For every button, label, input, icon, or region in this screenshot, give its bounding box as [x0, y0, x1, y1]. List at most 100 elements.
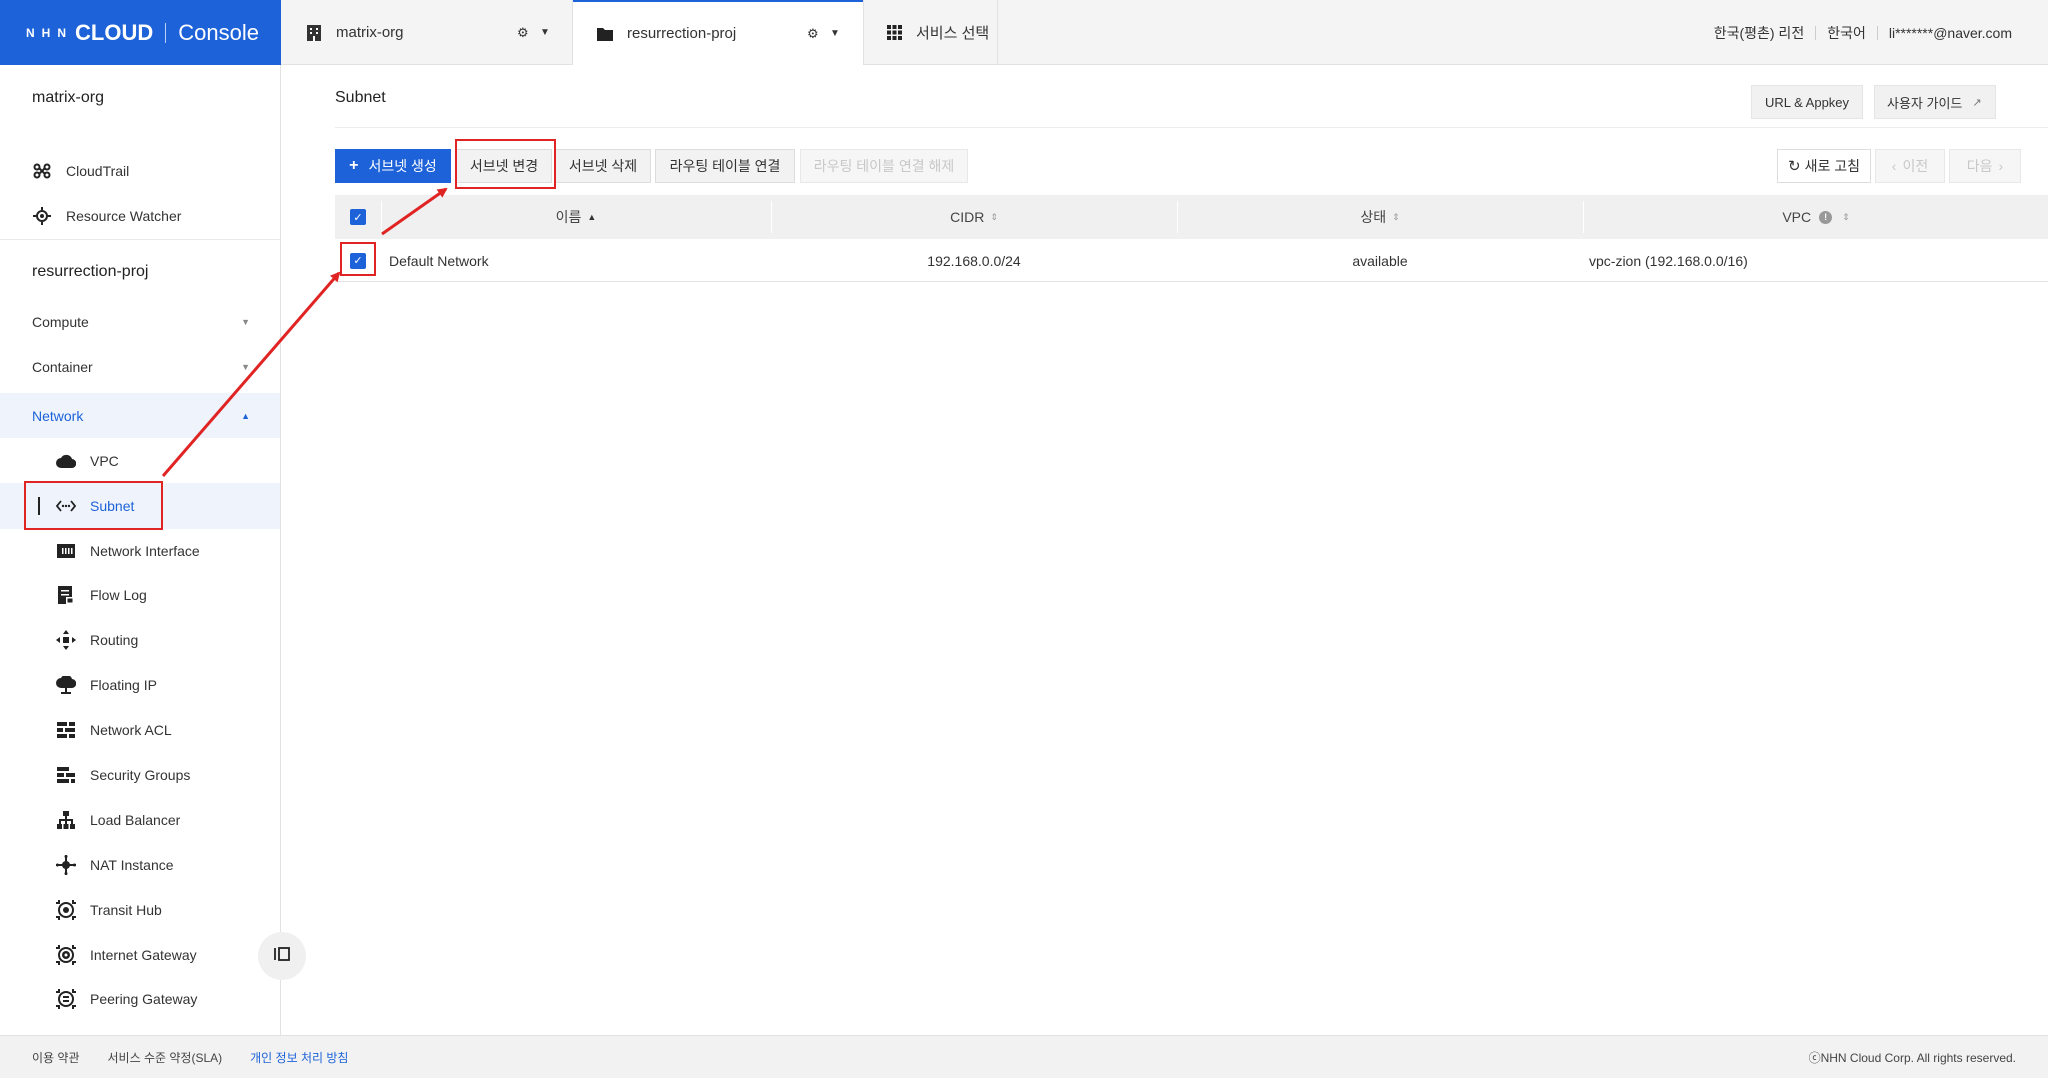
sidebar-item-peering-gateway[interactable]: Peering Gateway	[0, 977, 280, 1021]
language-selector[interactable]: 한국어	[1827, 23, 1866, 43]
user-account-menu[interactable]: li*******@naver.com	[1889, 25, 2012, 41]
sidebar-item-vpc[interactable]: VPC	[0, 439, 280, 483]
sidebar-item-label: Security Groups	[90, 767, 191, 783]
info-icon[interactable]: !	[1819, 210, 1833, 224]
header-divider	[335, 127, 2048, 128]
column-header-cidr[interactable]: CIDR ⇕	[771, 195, 1177, 239]
routing-icon	[56, 630, 76, 650]
next-label: 다음	[1966, 158, 1993, 174]
sidebar-item-resource-watcher[interactable]: Resource Watcher	[0, 194, 280, 238]
column-header-label: VPC	[1782, 209, 1812, 225]
left-sidebar: matrix-org CloudTrail Resource Watcher r…	[0, 65, 281, 1035]
sidebar-item-network-interface[interactable]: Network Interface	[0, 529, 280, 573]
active-indicator	[38, 497, 40, 515]
org-selector-tab[interactable]: matrix-org ⚙ ▼	[281, 0, 573, 65]
service-select-tab[interactable]: 서비스 선택	[863, 0, 998, 65]
column-header-status[interactable]: 상태 ⇕	[1177, 195, 1583, 239]
top-navigation-bar: NHN CLOUD Console matrix-org ⚙ ▼ resurre…	[0, 0, 2048, 65]
sidebar-item-internet-gateway[interactable]: Internet Gateway	[0, 933, 280, 977]
project-section-title: resurrection-proj	[32, 263, 149, 280]
sidebar-item-label: Subnet	[90, 498, 135, 514]
sidebar-item-load-balancer[interactable]: Load Balancer	[0, 798, 280, 842]
detach-routing-label: 라우팅 테이블 연결 해제	[813, 158, 955, 174]
sidebar-item-floating-ip[interactable]: Floating IP	[0, 663, 280, 707]
refresh-label: 새로 고침	[1804, 158, 1860, 174]
logo-separator	[165, 22, 167, 43]
project-settings-gear-icon[interactable]: ⚙	[807, 26, 819, 42]
logo-brand: NHN	[26, 25, 73, 40]
sidebar-item-security-groups[interactable]: Security Groups	[0, 753, 280, 797]
project-selector-tab[interactable]: resurrection-proj ⚙ ▼	[573, 0, 863, 65]
sidebar-item-transit-hub[interactable]: Transit Hub	[0, 888, 280, 932]
logo-console: Console	[178, 19, 259, 45]
peering-gateway-icon	[56, 989, 76, 1009]
detach-routing-table-button[interactable]: 라우팅 테이블 연결 해제	[800, 149, 968, 183]
cloud-icon	[56, 451, 76, 471]
sidebar-item-label: NAT Instance	[90, 857, 174, 873]
checkmark-icon: ✓	[350, 252, 366, 269]
sidebar-item-label: VPC	[90, 453, 119, 469]
network-interface-icon	[56, 541, 76, 561]
copyright-text: ⓒNHN Cloud Corp. All rights reserved.	[1808, 1050, 2016, 1065]
refresh-button[interactable]: ↻ 새로 고침	[1777, 149, 1871, 183]
select-all-checkbox[interactable]: ✓	[335, 195, 381, 239]
delete-subnet-button[interactable]: 서브넷 삭제	[555, 149, 651, 183]
chevron-down-icon: ▼	[241, 316, 250, 327]
sidebar-item-label: CloudTrail	[66, 163, 130, 179]
external-link-icon: ↗	[1972, 96, 1982, 109]
create-subnet-label: 서브넷 생성	[368, 158, 437, 174]
category-label: Network	[32, 407, 84, 424]
sidebar-category-container[interactable]: Container ▼	[0, 344, 280, 389]
sidebar-item-label: Routing	[90, 632, 139, 648]
user-guide-button[interactable]: 사용자 가이드 ↗	[1874, 85, 1996, 119]
sort-icon: ⇕	[1842, 211, 1850, 222]
main-content: Subnet URL & Appkey 사용자 가이드 ↗ + 서브넷 생성 서…	[281, 65, 2048, 1035]
subnet-arrows-icon	[56, 496, 76, 516]
create-subnet-button[interactable]: + 서브넷 생성	[335, 149, 451, 183]
nhn-cloud-console-logo[interactable]: NHN CLOUD Console	[0, 0, 281, 65]
sidebar-item-nat-instance[interactable]: NAT Instance	[0, 843, 280, 887]
sidebar-item-label: Transit Hub	[90, 902, 162, 918]
flow-log-icon	[56, 585, 76, 605]
sidebar-item-subnet[interactable]: Subnet	[0, 483, 280, 529]
sidebar-category-compute[interactable]: Compute ▼	[0, 299, 280, 344]
network-acl-icon	[56, 720, 76, 740]
resource-watcher-icon	[32, 206, 52, 226]
top-right-menu: 한국(평촌) 리전 한국어 li*******@naver.com	[1714, 0, 2012, 65]
column-header-name[interactable]: 이름 ▲	[381, 195, 771, 239]
prev-label: 이전	[1902, 158, 1929, 174]
attach-routing-table-button[interactable]: 라우팅 테이블 연결	[655, 149, 795, 183]
sidebar-item-label: Load Balancer	[90, 812, 181, 828]
sidebar-item-cloudtrail[interactable]: CloudTrail	[0, 149, 280, 193]
sidebar-item-label: Floating IP	[90, 677, 157, 693]
transit-hub-icon	[56, 900, 76, 920]
divider	[1815, 25, 1817, 40]
url-appkey-label: URL & Appkey	[1764, 94, 1850, 110]
modify-subnet-button[interactable]: 서브넷 변경	[456, 149, 552, 183]
sidebar-item-label: Internet Gateway	[90, 947, 197, 963]
column-header-label: 상태	[1360, 209, 1387, 225]
next-page-button[interactable]: 다음 ›	[1949, 149, 2021, 183]
privacy-policy-link[interactable]: 개인 정보 처리 방침	[250, 1049, 348, 1066]
user-guide-label: 사용자 가이드	[1887, 95, 1963, 111]
table-row[interactable]: ✓ Default Network 192.168.0.0/24 availab…	[335, 239, 2048, 282]
cloudtrail-icon	[32, 161, 52, 181]
org-dropdown-caret-icon[interactable]: ▼	[540, 27, 550, 38]
region-selector[interactable]: 한국(평촌) 리전	[1714, 23, 1805, 43]
sidebar-item-routing[interactable]: Routing	[0, 618, 280, 662]
column-header-vpc[interactable]: VPC ! ⇕	[1583, 195, 2048, 239]
row-checkbox[interactable]: ✓	[335, 239, 381, 282]
chevron-right-icon: ›	[1998, 158, 2004, 174]
grid-apps-icon	[886, 25, 902, 41]
chevron-down-icon: ▼	[241, 361, 250, 372]
plus-icon: +	[349, 157, 359, 174]
sidebar-category-network[interactable]: Network ▲	[0, 393, 280, 438]
sidebar-item-network-acl[interactable]: Network ACL	[0, 708, 280, 752]
url-appkey-button[interactable]: URL & Appkey	[1751, 85, 1863, 119]
project-dropdown-caret-icon[interactable]: ▼	[830, 28, 840, 39]
sla-link[interactable]: 서비스 수준 약정(SLA)	[108, 1049, 223, 1066]
terms-link[interactable]: 이용 약관	[32, 1049, 80, 1066]
prev-page-button[interactable]: ‹ 이전	[1875, 149, 1945, 183]
org-settings-gear-icon[interactable]: ⚙	[517, 25, 529, 41]
sidebar-item-flow-log[interactable]: Flow Log	[0, 573, 280, 617]
